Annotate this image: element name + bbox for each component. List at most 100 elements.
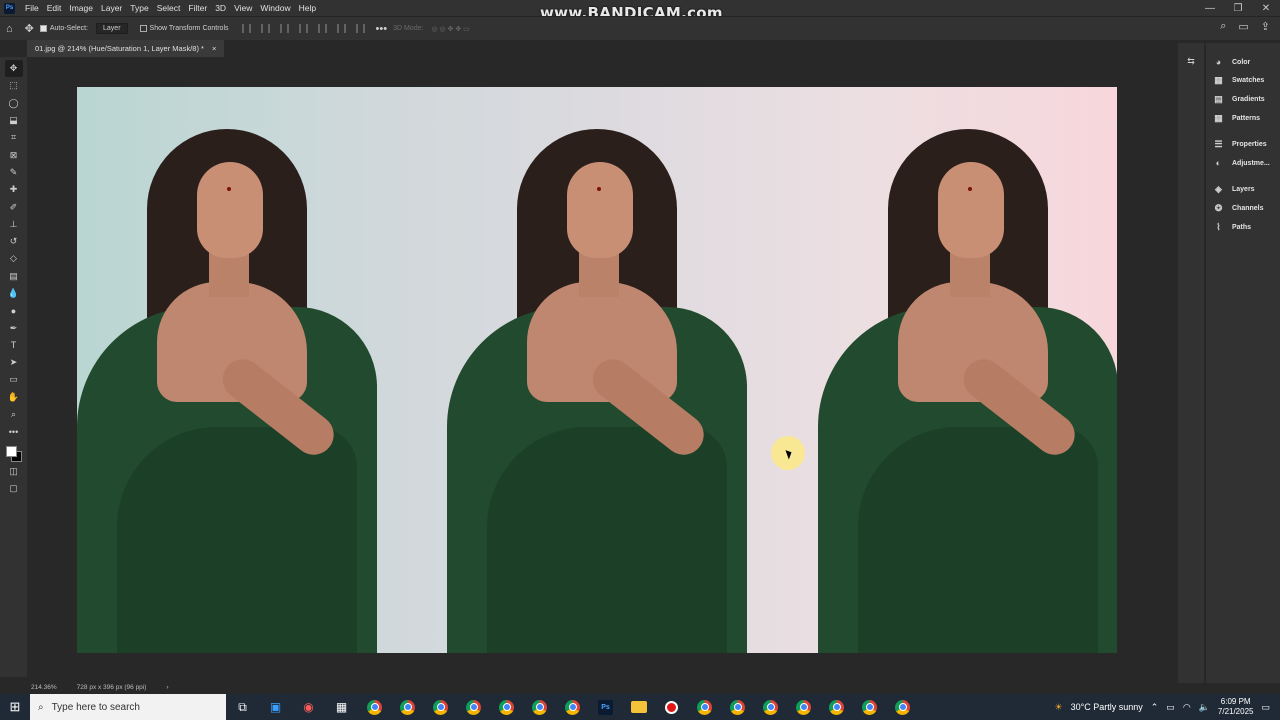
document-canvas[interactable] bbox=[77, 87, 1117, 653]
blur-tool-icon[interactable]: 💧 bbox=[5, 285, 23, 302]
more-options-icon[interactable]: ••• bbox=[376, 23, 388, 35]
history-brush-tool-icon[interactable]: ↺ bbox=[5, 233, 23, 250]
file-explorer-icon[interactable] bbox=[622, 694, 655, 720]
calendar-icon[interactable]: ▦ bbox=[325, 694, 358, 720]
dodge-tool-icon[interactable]: ● bbox=[5, 302, 23, 319]
marquee-tool-icon[interactable]: ⬚ bbox=[5, 77, 23, 94]
chrome-icon[interactable] bbox=[886, 694, 919, 720]
chrome-icon[interactable] bbox=[853, 694, 886, 720]
move-tool-icon[interactable]: ✥ bbox=[25, 22, 34, 35]
type-tool-icon[interactable]: T bbox=[5, 337, 23, 354]
rectangle-tool-icon[interactable]: ▭ bbox=[5, 371, 23, 388]
move-tool-icon[interactable]: ✥ bbox=[4, 60, 23, 78]
home-icon[interactable]: ⌂ bbox=[6, 23, 13, 35]
weather-text[interactable]: 30°C Partly sunny bbox=[1071, 702, 1143, 712]
auto-select-checkbox[interactable]: Auto-Select: bbox=[39, 25, 88, 32]
status-arrow-icon[interactable]: › bbox=[166, 684, 168, 691]
panel-patterns[interactable]: ▦ Patterns bbox=[1206, 109, 1280, 128]
menu-edit[interactable]: Edit bbox=[43, 0, 66, 16]
menu-image[interactable]: Image bbox=[65, 0, 97, 16]
menu-window[interactable]: Window bbox=[256, 0, 294, 16]
panel-paths[interactable]: ⌇ Paths bbox=[1206, 218, 1280, 237]
panel-gradients[interactable]: ▤ Gradients bbox=[1206, 90, 1280, 109]
close-icon[interactable]: ✕ bbox=[1252, 0, 1280, 16]
panel-swatches[interactable]: ▦ Swatches bbox=[1206, 72, 1280, 91]
object-selection-tool-icon[interactable]: ⬓ bbox=[5, 112, 23, 129]
panel-layers[interactable]: ◈ Layers bbox=[1206, 181, 1280, 200]
eraser-tool-icon[interactable]: ◇ bbox=[5, 250, 23, 267]
foreground-color-swatch[interactable] bbox=[5, 445, 17, 457]
distribute-icon[interactable] bbox=[298, 24, 308, 33]
photoshop-taskbar-icon[interactable]: Ps bbox=[589, 694, 622, 720]
taskbar-search-box[interactable]: ⌕ Type here to search bbox=[30, 694, 226, 720]
hand-tool-icon[interactable]: ✋ bbox=[5, 389, 23, 406]
chrome-icon[interactable] bbox=[457, 694, 490, 720]
lasso-tool-icon[interactable]: ◯ bbox=[5, 95, 23, 112]
menu-select[interactable]: Select bbox=[153, 0, 185, 16]
align-center-icon[interactable] bbox=[260, 24, 270, 33]
chrome-icon[interactable] bbox=[754, 694, 787, 720]
zoom-level[interactable]: 214.36% bbox=[31, 684, 57, 691]
store-icon[interactable]: ▣ bbox=[259, 694, 292, 720]
align-middle-icon[interactable] bbox=[336, 24, 346, 33]
restore-icon[interactable]: ❐ bbox=[1224, 0, 1252, 16]
menu-3d[interactable]: 3D bbox=[211, 0, 230, 16]
menu-help[interactable]: Help bbox=[295, 0, 320, 16]
quick-mask-icon[interactable]: ◫ bbox=[5, 463, 23, 480]
show-transform-checkbox[interactable]: Show Transform Controls bbox=[139, 25, 229, 32]
chrome-icon[interactable] bbox=[358, 694, 391, 720]
bandicam-record-icon[interactable] bbox=[655, 694, 688, 720]
chrome-icon[interactable] bbox=[721, 694, 754, 720]
network-icon[interactable]: ▭ bbox=[1166, 702, 1175, 713]
wifi-icon[interactable]: ◠ bbox=[1183, 702, 1191, 713]
chrome-icon[interactable] bbox=[490, 694, 523, 720]
tray-chevron-icon[interactable]: ⌃ bbox=[1151, 702, 1159, 713]
screen-mode-icon[interactable]: ▢ bbox=[5, 480, 23, 497]
chrome-icon[interactable] bbox=[787, 694, 820, 720]
healing-brush-tool-icon[interactable]: ✚ bbox=[5, 181, 23, 198]
menu-filter[interactable]: Filter bbox=[184, 0, 211, 16]
brush-tool-icon[interactable]: ✐ bbox=[5, 198, 23, 215]
zoom-tool-icon[interactable]: ⌕ bbox=[5, 406, 23, 423]
notifications-icon[interactable]: ▭ bbox=[1261, 702, 1270, 713]
volume-icon[interactable]: 🔈 bbox=[1199, 702, 1210, 713]
chrome-icon[interactable] bbox=[820, 694, 853, 720]
crop-tool-icon[interactable]: ⌗ bbox=[5, 129, 23, 146]
menu-type[interactable]: Type bbox=[126, 0, 152, 16]
chrome-icon[interactable] bbox=[391, 694, 424, 720]
panel-color[interactable]: ◕ Color bbox=[1206, 53, 1280, 72]
panel-channels[interactable]: ❂ Channels bbox=[1206, 199, 1280, 218]
document-tab[interactable]: 01.jpg @ 214% (Hue/Saturation 1, Layer M… bbox=[27, 40, 225, 57]
menu-file[interactable]: File bbox=[21, 0, 43, 16]
eyedropper-tool-icon[interactable]: ✎ bbox=[5, 164, 23, 181]
search-icon[interactable]: ⌕ bbox=[1220, 20, 1226, 33]
align-left-icon[interactable] bbox=[241, 24, 251, 33]
workspace-icon[interactable]: ▭ bbox=[1238, 20, 1248, 33]
menu-layer[interactable]: Layer bbox=[97, 0, 126, 16]
align-top-icon[interactable] bbox=[317, 24, 327, 33]
tab-close-icon[interactable]: × bbox=[212, 40, 216, 57]
panel-adjustments[interactable]: ◐ Adjustme... bbox=[1206, 154, 1280, 173]
app-icon[interactable]: ◉ bbox=[292, 694, 325, 720]
align-right-icon[interactable] bbox=[279, 24, 289, 33]
pen-tool-icon[interactable]: ✒ bbox=[5, 319, 23, 336]
gradient-tool-icon[interactable]: ▤ bbox=[5, 268, 23, 285]
history-panel-icon[interactable]: ⇆ bbox=[1182, 53, 1200, 70]
chrome-icon[interactable] bbox=[424, 694, 457, 720]
path-selection-tool-icon[interactable]: ➤ bbox=[5, 354, 23, 371]
share-icon[interactable]: ⇪ bbox=[1261, 20, 1270, 33]
frame-tool-icon[interactable]: ⊠ bbox=[5, 146, 23, 163]
taskbar-clock[interactable]: 6:09 PM 7/21/2025 bbox=[1218, 697, 1254, 717]
chrome-icon[interactable] bbox=[523, 694, 556, 720]
panel-properties[interactable]: ☰ Properties bbox=[1206, 135, 1280, 154]
chrome-icon[interactable] bbox=[556, 694, 589, 720]
align-bottom-icon[interactable] bbox=[355, 24, 365, 33]
edit-toolbar-icon[interactable]: ••• bbox=[5, 423, 23, 440]
clone-stamp-tool-icon[interactable]: ⊥ bbox=[5, 216, 23, 233]
color-swatches[interactable] bbox=[5, 445, 23, 463]
menu-view[interactable]: View bbox=[230, 0, 256, 16]
minimize-icon[interactable]: — bbox=[1196, 0, 1224, 16]
auto-select-target-dropdown[interactable]: Layer bbox=[96, 23, 128, 34]
task-view-icon[interactable]: ⧉ bbox=[226, 694, 259, 720]
windows-start-icon[interactable]: ⊞ bbox=[0, 694, 30, 720]
